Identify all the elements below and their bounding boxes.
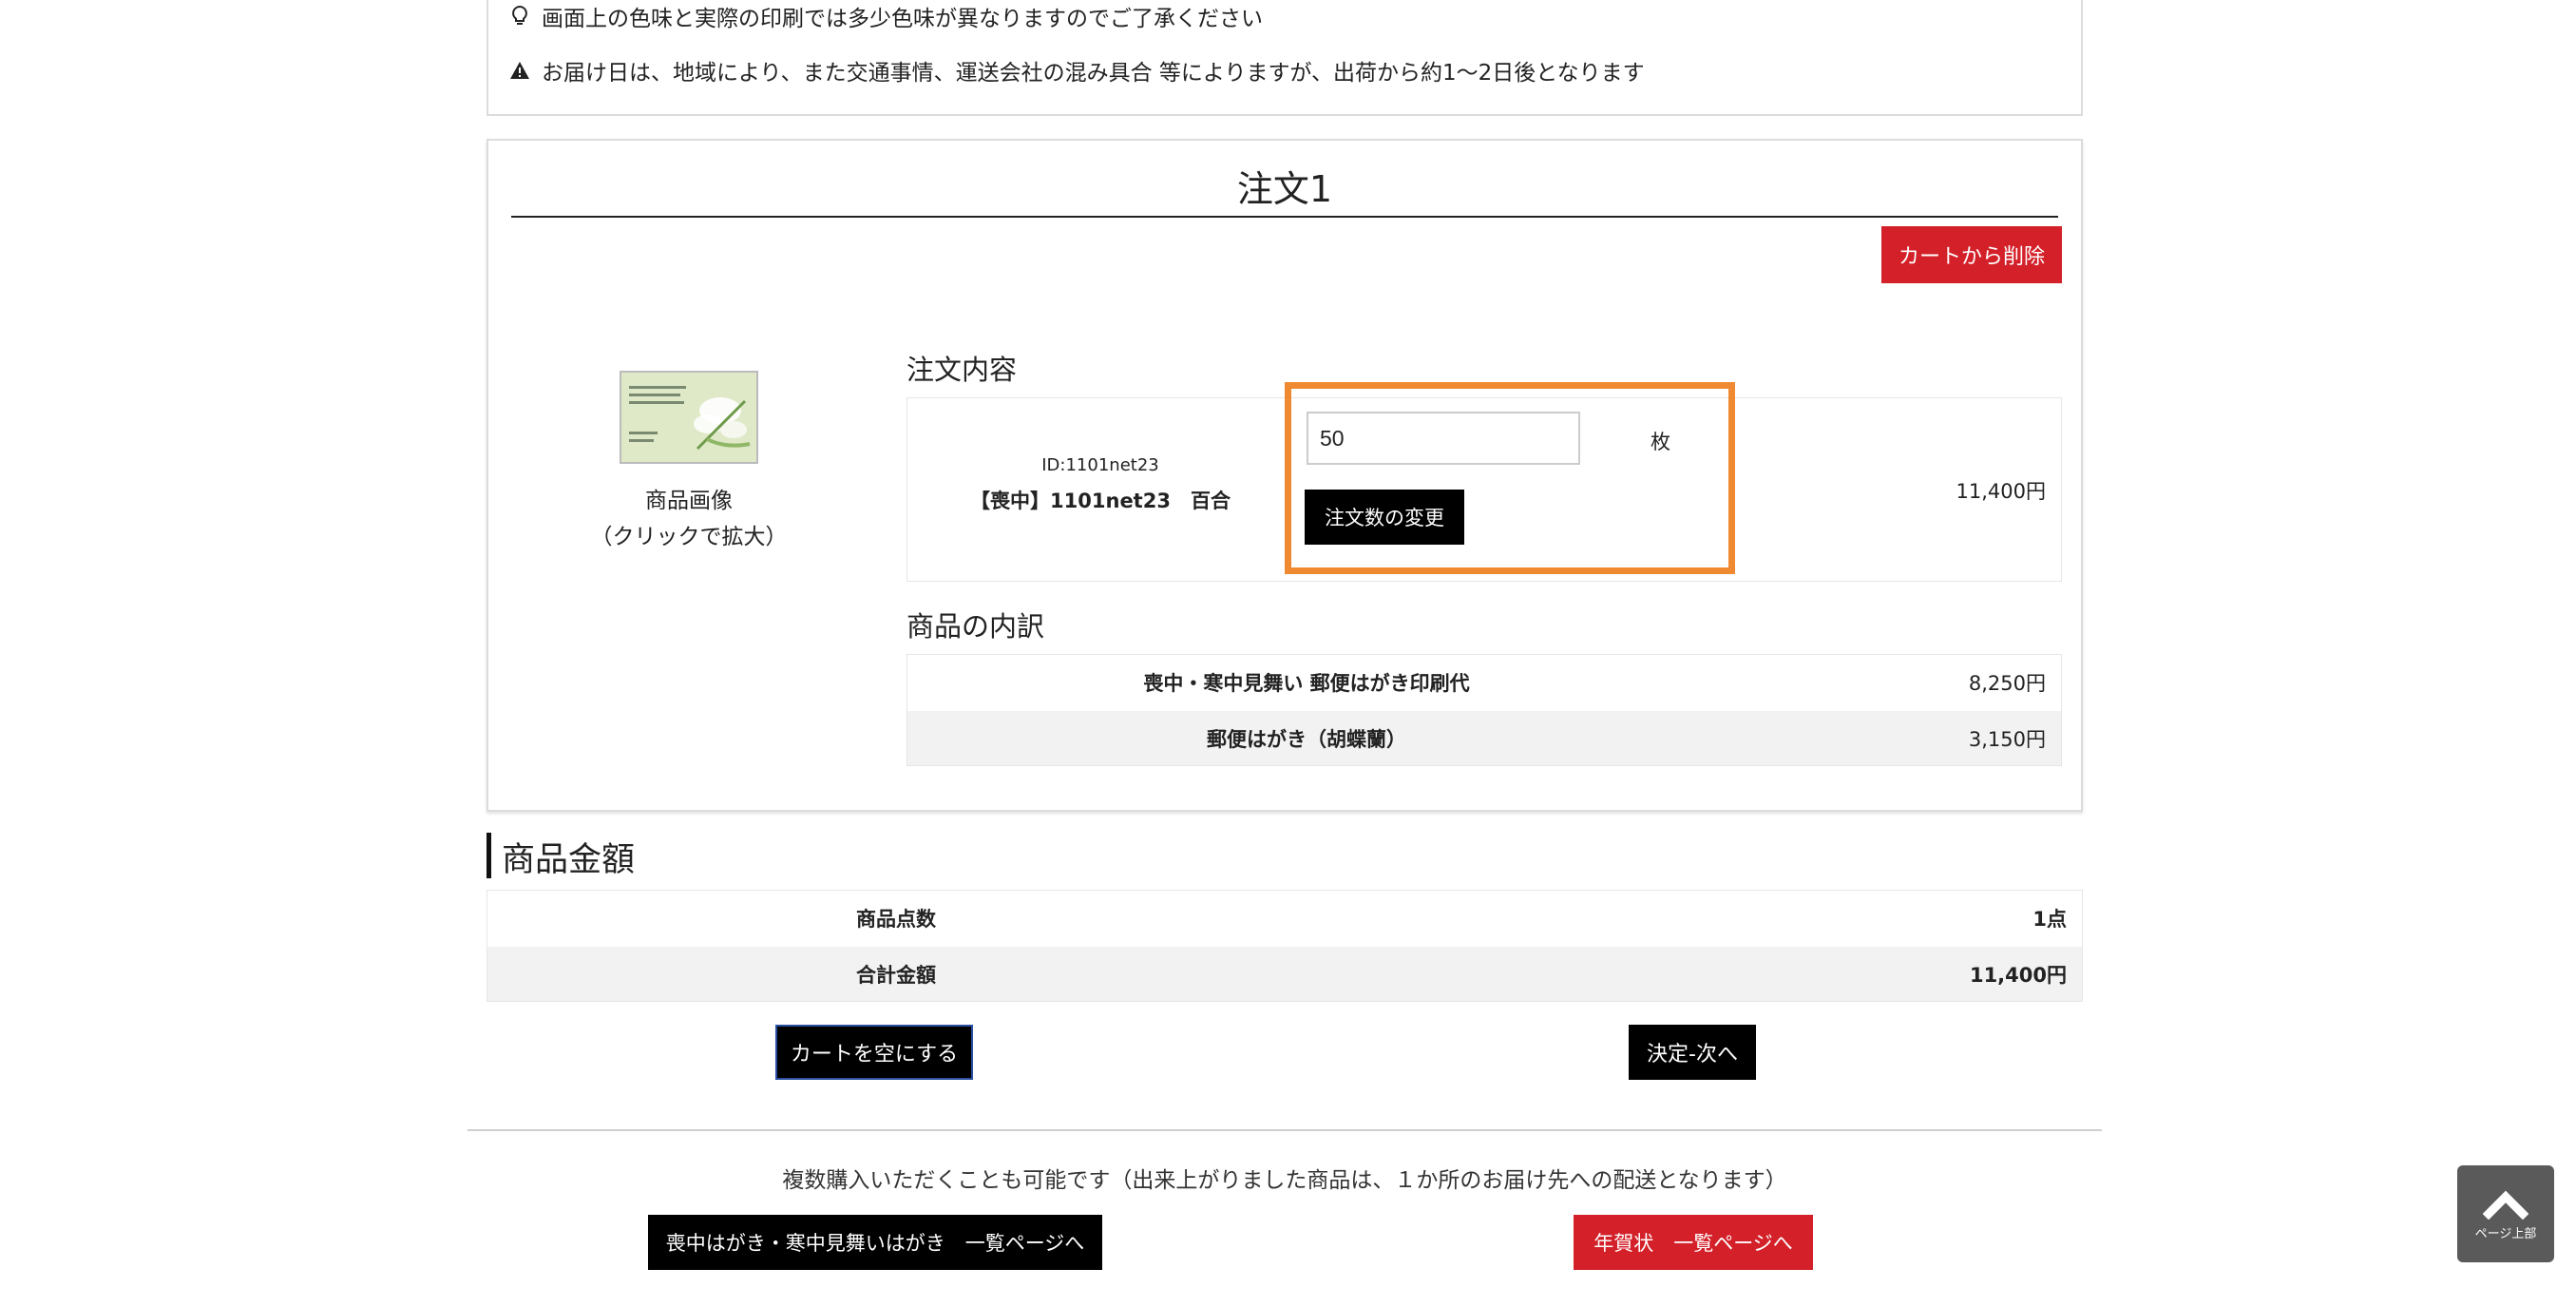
order-box: 注文1 カートから削除 商品画像 （クリックで拡大） 注文内容 ID:1101n… (487, 139, 2083, 812)
notice-box: 画面上の色味と実際の印刷では多少色味が異なりますのでご了承ください お届け日は、… (487, 0, 2083, 116)
product-image[interactable] (620, 371, 758, 464)
order-contents-heading: 注文内容 (906, 354, 1018, 386)
summary-heading: 商品金額 (502, 841, 636, 879)
product-name: 【喪中】1101net23 百合 (970, 490, 1231, 512)
mourning-list-button[interactable]: 喪中はがき・寒中見舞いはがき 一覧ページへ (648, 1215, 1102, 1270)
page-top-button[interactable]: ページ上部 (2457, 1165, 2554, 1262)
summary-heading-bar (487, 833, 491, 878)
color-notice: 画面上の色味と実際の印刷では多少色味が異なりますのでご了承ください (509, 0, 1263, 32)
breakdown-item-price: 3,150円 (1968, 728, 2046, 751)
lightbulb-icon (509, 6, 530, 27)
breakdown-item-name: 郵便はがき（胡蝶蘭） (1207, 728, 1406, 751)
order-title: 注文1 (1236, 168, 1333, 210)
color-notice-text: 画面上の色味と実際の印刷では多少色味が異なりますのでご了承ください (542, 7, 1263, 31)
warning-icon (509, 60, 530, 81)
quantity-highlight-box (1285, 382, 1735, 574)
summary-label: 商品点数 (856, 908, 936, 931)
line-price: 11,400円 (1956, 480, 2046, 503)
summary-row: 商品点数 1点 (487, 891, 2082, 946)
delivery-notice-text: お届け日は、地域により、また交通事情、運送会社の混み具合 等によりますが、出荷か… (542, 61, 1645, 86)
breakdown-row: 喪中・寒中見舞い 郵便はがき印刷代 8,250円 (907, 655, 2061, 710)
caption-line-1: 商品画像 (645, 489, 733, 513)
product-id: ID:1101net23 (1041, 455, 1159, 475)
breakdown-item-name: 喪中・寒中見舞い 郵便はがき印刷代 (1143, 672, 1470, 695)
chevron-up-icon (2483, 1190, 2528, 1220)
remove-from-cart-button[interactable]: カートから削除 (1881, 226, 2062, 283)
breakdown-panel: 喪中・寒中見舞い 郵便はがき印刷代 8,250円 郵便はがき（胡蝶蘭） 3,15… (906, 654, 2062, 766)
lily-card-image (621, 373, 756, 462)
delivery-notice: お届け日は、地域により、また交通事情、運送会社の混み具合 等によりますが、出荷か… (509, 54, 1645, 86)
caption-line-2: （クリックで拡大） (590, 525, 788, 549)
summary-value: 11,400円 (1969, 964, 2067, 987)
breakdown-item-price: 8,250円 (1968, 672, 2046, 695)
title-divider (511, 216, 2058, 218)
product-image-caption: 商品画像 （クリックで拡大） (564, 483, 813, 555)
footer-divider (467, 1129, 2102, 1131)
page-top-label: ページ上部 (2474, 1226, 2537, 1241)
breakdown-row: 郵便はがき（胡蝶蘭） 3,150円 (907, 711, 2061, 765)
summary-label: 合計金額 (856, 964, 936, 987)
empty-cart-button[interactable]: カートを空にする (775, 1025, 973, 1080)
next-button[interactable]: 決定-次へ (1629, 1025, 1756, 1080)
multi-purchase-note: 複数購入いただくことも可能です（出来上がりました商品は、１か所のお届け先への配送… (782, 1168, 1787, 1193)
summary-row: 合計金額 11,400円 (487, 947, 2082, 1001)
summary-value: 1点 (2032, 908, 2067, 931)
breakdown-heading: 商品の内訳 (906, 610, 1045, 643)
summary-table: 商品点数 1点 合計金額 11,400円 (487, 890, 2083, 1002)
newyear-list-button[interactable]: 年賀状 一覧ページへ (1574, 1215, 1813, 1270)
